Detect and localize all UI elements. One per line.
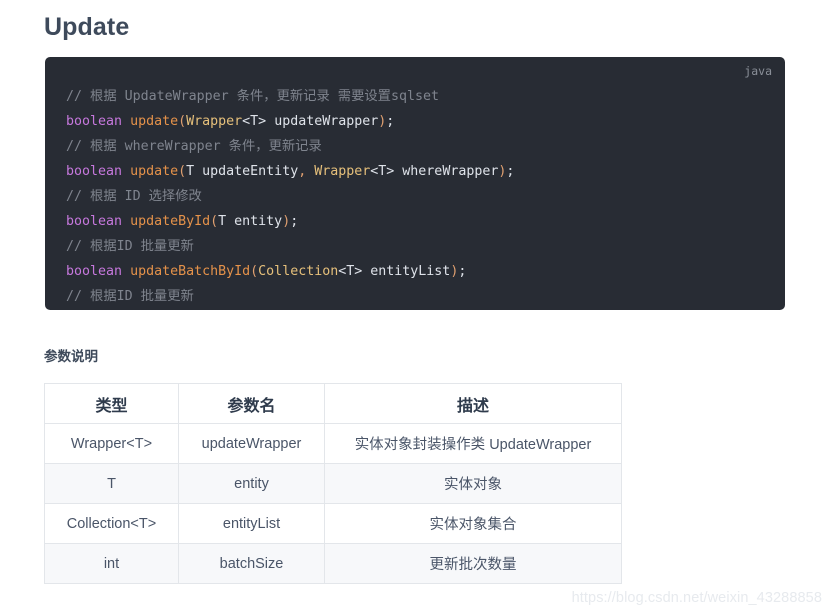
code-line: // 根据 ID 选择修改 (66, 184, 777, 209)
code-block: java // 根据 UpdateWrapper 条件，更新记录 需要设置sql… (45, 57, 785, 310)
section-heading-parameters: 参数说明 (44, 349, 98, 364)
code-line: boolean update(Wrapper<T> updateWrapper)… (66, 109, 777, 134)
cell-param-name: updateWrapper (178, 423, 325, 464)
cell-type: int (44, 543, 179, 584)
table-row: int batchSize 更新批次数量 (44, 543, 622, 584)
code-token-keyword: boolean (66, 214, 123, 230)
code-token-plain: T entity (218, 214, 283, 230)
watermark-url: https://blog.csdn.net/weixin_43288858 (571, 590, 822, 606)
code-token-punc: ( (210, 214, 219, 230)
code-token-keyword: boolean (66, 114, 123, 130)
code-token-comment: // 根据 ID 选择修改 (66, 189, 202, 205)
code-token-fn: updateBatchById (130, 264, 251, 280)
code-token-fn: updateById (130, 214, 211, 230)
code-token-type: Wrapper (186, 114, 243, 130)
code-token-fn: update (130, 114, 179, 130)
code-token-plain: ; (506, 164, 515, 180)
code-token-punc: ( (178, 164, 187, 180)
table-row: Wrapper<T> updateWrapper 实体对象封装操作类 UpdateW… (44, 423, 622, 464)
code-content[interactable]: // 根据 UpdateWrapper 条件，更新记录 需要设置sqlset bo… (66, 84, 777, 310)
code-token-plain: <T> entityList (338, 264, 451, 280)
code-token-comment: // 根据 whereWrapper 条件，更新记录 (66, 139, 322, 155)
parameter-table: 类型 参数名 描述 Wrapper<T> updateWrapper 实体对象封装操作类… (44, 383, 622, 584)
table-column-header: 描述 (324, 383, 622, 424)
cell-param-name: entityList (178, 503, 325, 544)
code-token-comment: // 根据ID 批量更新 (66, 289, 194, 305)
code-token-punc: ( (250, 264, 259, 280)
table-row: Collection<T> entityList 实体对象集合 (44, 503, 622, 544)
code-token-type: Collection (258, 264, 339, 280)
code-token-plain: <T> updateWrapper (242, 114, 379, 130)
code-token-plain: <T> whereWrapper (370, 164, 499, 180)
code-token-plain: ; (458, 264, 467, 280)
cell-description: 实体对象集合 (324, 503, 622, 544)
table-body: Wrapper<T> updateWrapper 实体对象封装操作类 UpdateW… (44, 423, 622, 584)
cell-type: Wrapper<T> (44, 423, 179, 464)
code-token-punc: , (298, 164, 315, 180)
cell-type: Collection<T> (44, 503, 179, 544)
table-column-header: 参数名 (178, 383, 325, 424)
code-line: // 根据 whereWrapper 条件，更新记录 (66, 134, 777, 159)
code-line: // 根据ID 批量更新 (66, 284, 777, 309)
code-token-keyword: boolean (66, 164, 123, 180)
code-token-comment: // 根据 UpdateWrapper 条件，更新记录 需要设置sqlset (66, 89, 439, 105)
code-token-type: Wrapper (314, 164, 371, 180)
code-token-plain: ; (386, 114, 395, 130)
page-title: Update (44, 13, 130, 41)
cell-description: 更新批次数量 (324, 543, 622, 584)
code-token-plain: T updateEntity (186, 164, 299, 180)
code-line: boolean updateById(T entity); (66, 209, 777, 234)
code-line: // 根据ID 批量更新 (66, 234, 777, 259)
cell-description: 实体对象 (324, 463, 622, 504)
code-token-punc: ( (178, 114, 187, 130)
code-line: // 根据 UpdateWrapper 条件，更新记录 需要设置sqlset (66, 84, 777, 109)
cell-param-name: batchSize (178, 543, 325, 584)
code-token-fn: update (130, 164, 179, 180)
code-line: boolean updateBatchById(Collection<T> en… (66, 259, 777, 284)
table-header-row: 类型 参数名 描述 (44, 383, 622, 424)
code-token-keyword: boolean (66, 264, 123, 280)
cell-param-name: entity (178, 463, 325, 504)
code-line: boolean update(T updateEntity, Wrapper<T… (66, 159, 777, 184)
table-row: Tentity 实体对象 (44, 463, 622, 504)
code-token-punc: ) (282, 214, 291, 230)
cell-type: T (44, 463, 179, 504)
code-token-plain: ; (290, 214, 299, 230)
code-language-label: java (744, 64, 772, 78)
cell-description: 实体对象封装操作类 UpdateWrapper (324, 423, 622, 464)
table-column-header: 类型 (44, 383, 179, 424)
code-token-comment: // 根据ID 批量更新 (66, 239, 194, 255)
table-header: 类型 参数名 描述 (44, 383, 622, 424)
code-line: boolean updateBatchById(Collection<T> en… (66, 309, 777, 310)
